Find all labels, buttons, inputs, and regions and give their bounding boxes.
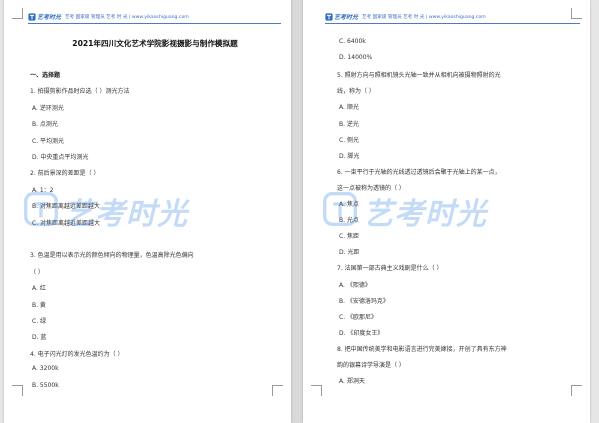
question-text: （ ） xyxy=(30,268,44,276)
question-text: 4. 电子闪光灯的发光色温约为（ ） xyxy=(30,350,124,358)
question-text: 6. 一束平行于光轴的光线透过透镜后会聚于光轴上的某一点， xyxy=(337,168,501,176)
answer-option: D. 光距 xyxy=(339,249,360,257)
crop-mark xyxy=(571,385,582,396)
question-text: 5. 照射方向与照相机镜头光轴一致并从相机向被摄物照射的光 xyxy=(337,72,501,80)
answer-option: C. 6400k xyxy=(339,38,366,45)
answer-option: C. 平均测光 xyxy=(32,137,65,145)
answer-option: D. 14000% xyxy=(339,54,373,62)
crop-mark xyxy=(12,8,23,19)
page-header: 艺考时光 艺考 国家级 管理员 艺考 时 光 | www.yikaoshigua… xyxy=(28,10,281,24)
header-logo: 艺考时光 xyxy=(28,12,61,21)
answer-option: A. 3200k xyxy=(32,365,59,373)
question-text: 3. 色温是用以表示光的颜色倾向的物理量，色温高除光色偏向 xyxy=(30,252,194,260)
page-header: 艺考时光 艺考 国家级 管理员 艺考 时 光 | www.yikaoshigua… xyxy=(325,10,580,24)
question-text: 这一点被称为透镜的（ ） xyxy=(337,184,405,192)
header-info-text: 艺考 国家级 管理员 艺考 时 光 | www.yikaoshiguang.co… xyxy=(362,14,486,20)
answer-option: C. 侧光 xyxy=(339,136,360,144)
document-title: 2021年四川文化艺术学院影视摄影与制作模拟题 xyxy=(72,39,238,48)
answer-option: B. 光点 xyxy=(339,217,359,225)
watermark-logo-icon xyxy=(323,192,357,230)
answer-option: D. 《印度女王》 xyxy=(339,329,384,337)
question-text: 8. 把中国传统美学和电影语言进行完美嫁接，开创了具有东方神 xyxy=(337,345,507,353)
header-logo-text: 艺考时光 xyxy=(334,14,359,21)
answer-option: C. 焦距 xyxy=(339,233,360,241)
answer-option: B. 5500k xyxy=(32,381,59,389)
logo-icon xyxy=(28,12,36,21)
header-info-text: 艺考 国家级 管理员 艺考 时 光 | www.yikaoshiguang.co… xyxy=(65,14,189,20)
crop-mark xyxy=(12,385,23,396)
watermark: 艺考时光 xyxy=(323,189,487,233)
section-heading: 一、选择题 xyxy=(30,72,61,79)
answer-option: C. 对焦距离越近差距越大 xyxy=(32,219,101,227)
question-text: 7. 法国第一部古典主义戏剧是什么（ ） xyxy=(337,265,443,273)
header-logo-text: 艺考时光 xyxy=(37,14,62,21)
answer-option: A. 郑洞天 xyxy=(339,378,365,386)
page-gutter xyxy=(291,0,303,423)
answer-option: A. 红 xyxy=(32,285,46,293)
header-logo: 艺考时光 xyxy=(325,12,358,21)
answer-option: A. 1：2 xyxy=(32,186,54,194)
answer-option: A. 《熙德》 xyxy=(339,281,371,289)
answer-option: D. 中央重点平均测光 xyxy=(32,154,89,161)
question-text: 韵的银幕诗学导演是（ ） xyxy=(337,362,405,369)
answer-option: B. 《安德洛玛克》 xyxy=(339,297,389,305)
answer-option: A. 焦点 xyxy=(339,201,359,208)
answer-option: B. 对焦距离越远差距越大 xyxy=(32,203,100,211)
document-page-right: 艺考时光 艺考 国家级 管理员 艺考 时 光 | www.yikaoshigua… xyxy=(303,0,590,423)
question-text: 2. 前后景深的差距是（ ） xyxy=(30,170,100,178)
question-text: 线，称为（ ） xyxy=(337,88,375,96)
crop-mark xyxy=(311,385,322,396)
logo-icon xyxy=(325,12,333,21)
watermark-text: 艺考时光 xyxy=(363,197,487,232)
answer-option: D. 脚光 xyxy=(339,152,360,160)
question-text: 1. 拍摄剪影作品时应选（ ）测光方法 xyxy=(30,88,130,96)
answer-option: B. 点测光 xyxy=(32,121,58,129)
answer-option: B. 黄 xyxy=(32,301,46,309)
document-page-left: 艺考时光 艺考 国家级 管理员 艺考 时 光 | www.yikaoshigua… xyxy=(4,0,291,423)
crop-mark xyxy=(272,385,283,396)
answer-option: C. 《欧那尼》 xyxy=(339,313,378,321)
answer-option: B. 逆光 xyxy=(339,120,359,128)
answer-option: C. 绿 xyxy=(32,318,47,325)
answer-option: D. 蓝 xyxy=(32,334,47,342)
answer-option: A. 逆环测光 xyxy=(32,104,64,112)
answer-option: A. 顺光 xyxy=(339,104,359,112)
